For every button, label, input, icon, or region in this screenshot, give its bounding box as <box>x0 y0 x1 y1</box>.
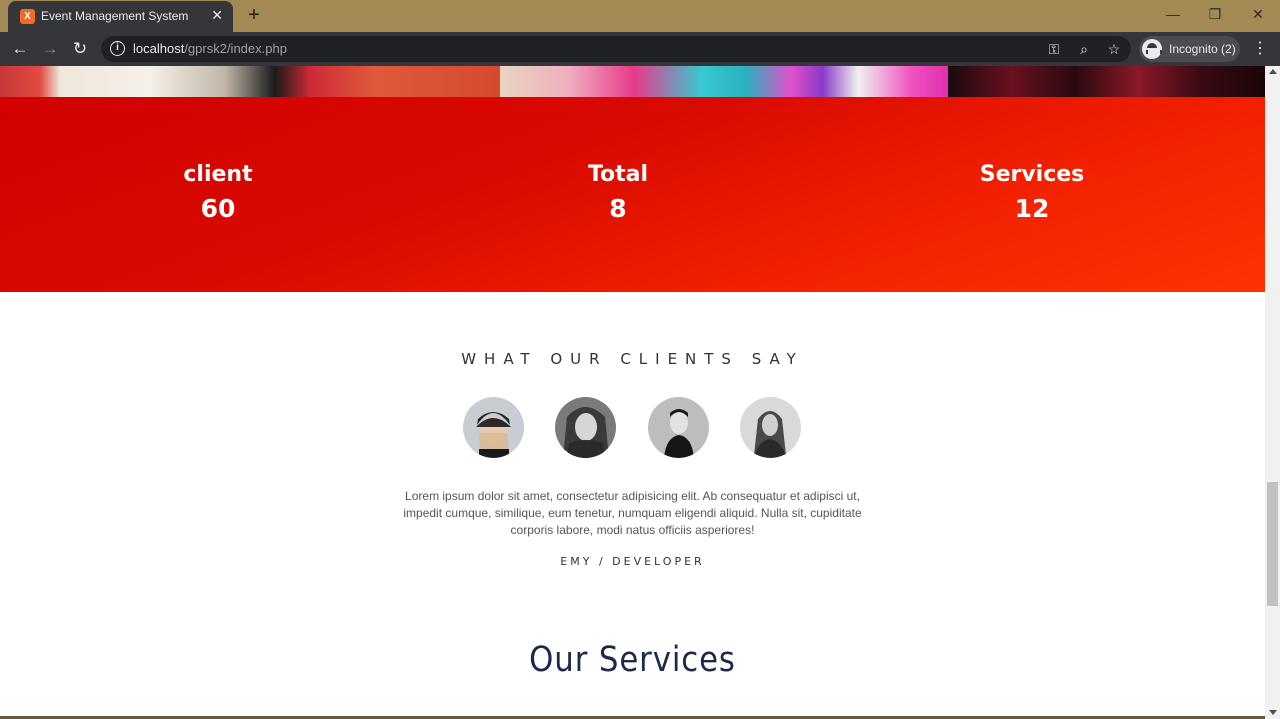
testimonial-author: EMY / DEVELOPER <box>560 555 705 568</box>
browser-tab[interactable]: X Event Management System ✕ <box>8 1 233 32</box>
scroll-down-icon[interactable] <box>1269 710 1277 715</box>
forward-icon[interactable]: → <box>39 38 61 60</box>
page-viewport: client 60 Total 8 Services 12 WHAT OUR C… <box>0 66 1265 719</box>
counter-client: client 60 <box>118 160 318 226</box>
testimonial-avatars <box>463 397 803 459</box>
avatar[interactable] <box>740 397 801 458</box>
url-host: localhost <box>133 41 185 56</box>
gallery-image-decor <box>500 66 948 97</box>
page-scrollbar[interactable] <box>1265 66 1280 719</box>
scrollbar-thumb[interactable] <box>1267 482 1278 606</box>
testimonials-heading: WHAT OUR CLIENTS SAY <box>461 350 804 368</box>
xampp-favicon-icon: X <box>20 9 35 24</box>
counter-value: 60 <box>200 194 236 223</box>
bookmark-star-icon[interactable]: ☆ <box>1105 40 1123 58</box>
gallery-image-hall <box>948 66 1265 97</box>
counter-label: Services <box>979 162 1085 187</box>
restore-icon[interactable]: ❐ <box>1200 4 1230 26</box>
zoom-icon[interactable]: ⌕ <box>1075 40 1093 58</box>
reload-icon[interactable]: ↻ <box>69 38 91 60</box>
tab-title: Event Management System <box>41 9 189 23</box>
counter-services: Services 12 <box>932 160 1132 226</box>
incognito-label: Incognito (2) <box>1169 42 1236 56</box>
browser-toolbar: ← → ↻ i localhost/gprsk2/index.php ⚿ ⌕ ☆… <box>0 32 1280 66</box>
counter-value: 12 <box>1014 194 1050 223</box>
avatar[interactable] <box>463 397 524 458</box>
incognito-icon <box>1142 39 1162 59</box>
browser-menu-icon[interactable]: ⋮ <box>1250 38 1270 60</box>
avatar[interactable] <box>648 397 709 458</box>
scroll-up-icon[interactable] <box>1269 69 1277 74</box>
address-bar[interactable]: i localhost/gprsk2/index.php ⚿ ⌕ ☆ <box>101 36 1131 62</box>
gallery-image-banquet <box>0 66 500 97</box>
counter-label: client <box>183 162 253 187</box>
url-path: /gprsk2/index.php <box>184 41 287 56</box>
back-icon[interactable]: ← <box>9 38 31 60</box>
gallery-strip <box>0 66 1265 97</box>
counter-total: Total 8 <box>518 160 718 226</box>
counter-value: 8 <box>609 194 627 223</box>
site-info-icon[interactable]: i <box>110 41 125 56</box>
window-close-icon[interactable]: ✕ <box>1243 4 1273 26</box>
url-text[interactable]: localhost/gprsk2/index.php <box>133 41 287 56</box>
services-title: Our Services <box>529 640 736 680</box>
minimize-icon[interactable]: — <box>1158 4 1188 26</box>
key-icon[interactable]: ⚿ <box>1045 40 1063 58</box>
new-tab-icon[interactable]: + <box>243 4 265 26</box>
avatar[interactable] <box>555 397 616 458</box>
counters-section: client 60 Total 8 Services 12 <box>0 97 1265 292</box>
counter-label: Total <box>587 162 649 187</box>
testimonial-quote: Lorem ipsum dolor sit amet, consectetur … <box>403 489 862 537</box>
incognito-button[interactable]: Incognito (2) <box>1139 36 1240 62</box>
window-titlebar: X Event Management System ✕ + — ❐ ✕ <box>0 0 1280 32</box>
tab-close-icon[interactable]: ✕ <box>211 7 223 24</box>
